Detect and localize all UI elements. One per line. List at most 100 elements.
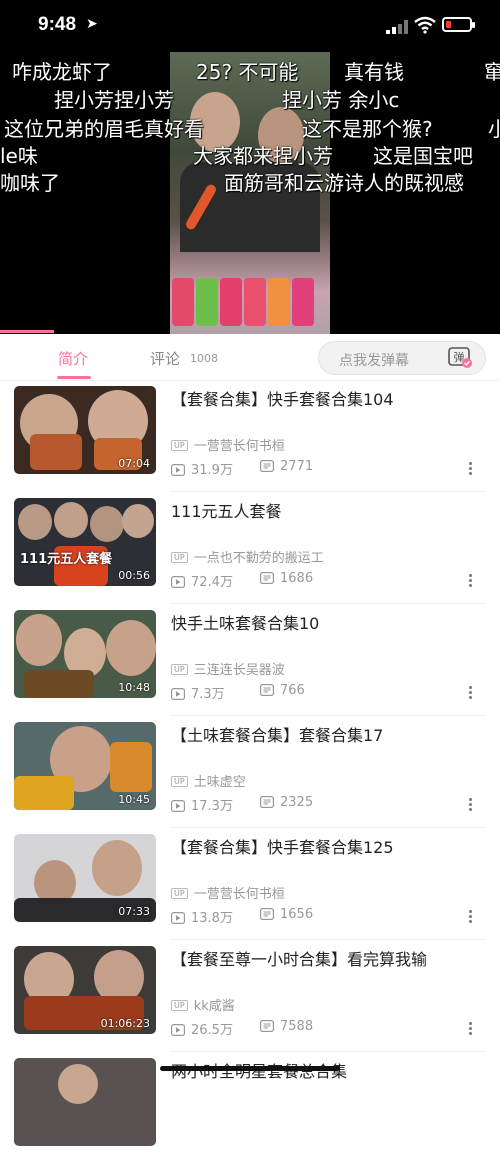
danmaku-count-icon: [260, 684, 275, 697]
list-item[interactable]: 07:04 【套餐合集】快手套餐合集104 UP 一营营长何书桓 31.9万 27…: [0, 380, 500, 492]
danmaku-count: 2771: [260, 459, 313, 474]
danmaku-comment: 真有钱: [344, 60, 404, 84]
video-uploader: UP 一营营长何书桓: [171, 435, 285, 454]
wifi-icon: [414, 16, 436, 34]
uploader-name: 三连连长吴器波: [193, 663, 285, 678]
danmaku-count-icon: [260, 908, 275, 921]
danmaku-count-icon: [260, 796, 275, 809]
video-title[interactable]: 【套餐合集】快手套餐合集104: [171, 386, 394, 410]
view-count: 17.3万: [171, 795, 233, 814]
up-badge: UP: [171, 888, 188, 899]
video-thumbnail[interactable]: 111元五人套餐 00:56: [14, 498, 156, 586]
video-uploader: UP 一点也不勤劳的搬运工: [171, 547, 324, 566]
play-count-icon: [171, 576, 186, 589]
video-thumbnail[interactable]: 01:06:23: [14, 946, 156, 1034]
danmaku-toggle-icon[interactable]: 弹: [447, 345, 473, 369]
up-badge: UP: [171, 664, 188, 675]
video-thumbnail[interactable]: 07:04: [14, 386, 156, 474]
location-arrow-icon: ➤: [86, 16, 98, 32]
danmaku-count: 1656: [260, 907, 313, 922]
danmaku-count: 2325: [260, 795, 313, 810]
tab-bar: 简介 评论 1008 点我发弹幕 弹: [0, 334, 500, 381]
uploader-name: 一点也不勤劳的搬运工: [193, 551, 324, 566]
video-thumbnail[interactable]: [14, 1058, 156, 1146]
view-count: 31.9万: [171, 459, 233, 478]
more-options-icon[interactable]: [466, 572, 474, 588]
danmaku-placeholder: 点我发弹幕: [339, 353, 409, 369]
video-uploader: UP 三连连长吴器波: [171, 659, 285, 678]
video-title[interactable]: 【土味套餐合集】套餐合集17: [171, 722, 383, 746]
danmaku-count-icon: [260, 1020, 275, 1033]
video-duration: 00:56: [118, 569, 150, 582]
view-count-value: 17.3万: [191, 799, 233, 814]
home-indicator: [160, 1066, 340, 1071]
danmaku-comment: le味: [0, 144, 38, 168]
thumbnail-caption: 111元五人套餐: [20, 552, 113, 567]
tab-comments[interactable]: 评论: [150, 348, 180, 369]
more-options-icon[interactable]: [466, 684, 474, 700]
video-duration: 01:06:23: [100, 1017, 150, 1030]
playback-progress[interactable]: [0, 330, 54, 333]
play-count-icon: [171, 1024, 186, 1037]
video-uploader: UP 一营营长何书桓: [171, 883, 285, 902]
video-title[interactable]: 111元五人套餐: [171, 498, 282, 522]
danmaku-comment: 25? 不可能: [196, 60, 299, 84]
danmaku-count: 766: [260, 683, 305, 698]
video-uploader: UP kk咸酱: [171, 995, 235, 1014]
view-count: 7.3万: [171, 683, 225, 702]
view-count: 26.5万: [171, 1019, 233, 1038]
tab-intro[interactable]: 简介: [58, 348, 88, 369]
status-time: 9:48: [38, 14, 77, 35]
view-count-value: 13.8万: [191, 911, 233, 926]
danmaku-count-value: 1656: [280, 907, 314, 922]
list-item[interactable]: 111元五人套餐 00:56 111元五人套餐 UP 一点也不勤劳的搬运工 72.…: [0, 492, 500, 604]
view-count-value: 7.3万: [191, 687, 225, 702]
play-count-icon: [171, 800, 186, 813]
danmaku-comment: 面筋哥和云游诗人的既视感: [224, 171, 464, 195]
list-item[interactable]: 10:45 【土味套餐合集】套餐合集17 UP 土味虚空 17.3万 2325: [0, 716, 500, 828]
danmaku-comment: 大家都来捏小芳: [193, 144, 333, 168]
video-title[interactable]: 【套餐合集】快手套餐合集125: [171, 834, 394, 858]
view-count-value: 72.4万: [191, 575, 233, 590]
more-options-icon[interactable]: [466, 460, 474, 476]
comments-count: 1008: [190, 352, 218, 365]
up-badge: UP: [171, 1000, 188, 1011]
video-uploader: UP 土味虚空: [171, 771, 246, 790]
danmaku-comment: 捏小芳 余小c: [282, 88, 400, 112]
video-thumbnail[interactable]: 10:48: [14, 610, 156, 698]
view-count-value: 31.9万: [191, 463, 233, 478]
up-badge: UP: [171, 552, 188, 563]
play-count-icon: [171, 464, 186, 477]
danmaku-comment: 这是国宝吧: [373, 144, 473, 168]
video-title[interactable]: 快手土味套餐合集10: [171, 610, 319, 634]
list-item[interactable]: 10:48 快手土味套餐合集10 UP 三连连长吴器波 7.3万 766: [0, 604, 500, 716]
uploader-name: 土味虚空: [193, 775, 246, 790]
video-duration: 07:33: [118, 905, 150, 918]
danmaku-count-value: 1686: [280, 571, 314, 586]
up-badge: UP: [171, 776, 188, 787]
video-thumbnail[interactable]: 07:33: [14, 834, 156, 922]
list-item[interactable]: 01:06:23 【套餐至尊一小时合集】看完算我输 UP kk咸酱 26.5万 7…: [0, 940, 500, 1052]
battery-icon: [442, 17, 475, 32]
danmaku-count: 7588: [260, 1019, 313, 1034]
uploader-name: 一营营长何书桓: [193, 887, 285, 902]
more-options-icon[interactable]: [466, 908, 474, 924]
video-title[interactable]: 【套餐至尊一小时合集】看完算我输: [171, 946, 427, 970]
uploader-name: kk咸酱: [193, 999, 235, 1014]
video-thumbnail[interactable]: 10:45: [14, 722, 156, 810]
more-options-icon[interactable]: [466, 796, 474, 812]
list-item[interactable]: 07:33 【套餐合集】快手套餐合集125 UP 一营营长何书桓 13.8万 16…: [0, 828, 500, 940]
danmaku-count-icon: [260, 572, 275, 585]
danmaku-count-value: 7588: [280, 1019, 314, 1034]
danmaku-input[interactable]: 点我发弹幕 弹: [318, 341, 486, 375]
video-player[interactable]: 咋成龙虾了 25? 不可能 真有钱 窜 捏小芳捏小芳 捏小芳 余小c 这位兄弟的…: [0, 52, 500, 334]
tab-active-indicator: [57, 376, 91, 379]
play-count-icon: [171, 912, 186, 925]
status-bar: 9:48 ➤: [0, 0, 500, 52]
more-options-icon[interactable]: [466, 1020, 474, 1036]
danmaku-comment: 窜: [484, 60, 500, 84]
danmaku-count-icon: [260, 460, 275, 473]
play-count-icon: [171, 688, 186, 701]
view-count: 72.4万: [171, 571, 233, 590]
danmaku-comment: 这不是那个猴?: [302, 117, 433, 141]
